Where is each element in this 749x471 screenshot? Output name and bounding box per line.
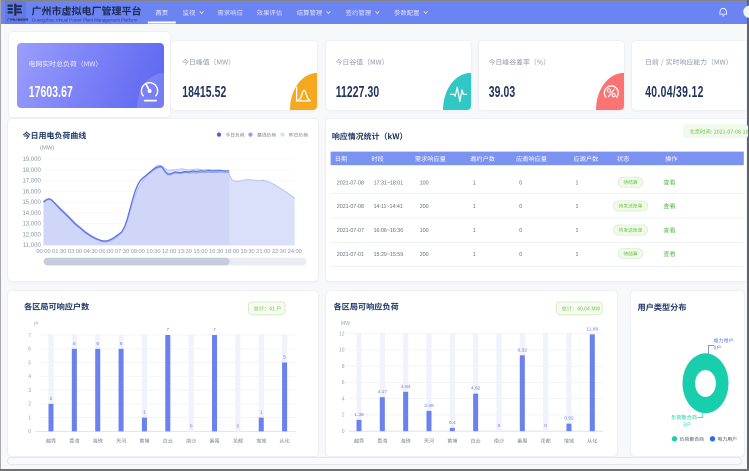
svg-text:4: 4 — [342, 396, 345, 402]
svg-text:1: 1 — [473, 204, 476, 210]
svg-text:7: 7 — [166, 327, 169, 333]
svg-text:00:00: 00:00 — [36, 249, 50, 255]
svg-text:18,000: 18,000 — [22, 168, 41, 174]
svg-text:1: 1 — [473, 180, 476, 186]
svg-text:16:06~16:36: 16:06~16:36 — [374, 228, 404, 234]
svg-text:06:00: 06:00 — [99, 249, 113, 255]
svg-text:0: 0 — [342, 429, 345, 435]
svg-text:2: 2 — [28, 402, 31, 408]
svg-text:0: 0 — [519, 252, 522, 258]
svg-text:8: 8 — [342, 364, 345, 370]
svg-text:6: 6 — [342, 380, 345, 386]
svg-text:11.89: 11.89 — [586, 326, 598, 332]
svg-text:17,000: 17,000 — [22, 179, 41, 185]
svg-text:2021-07-07: 2021-07-07 — [337, 228, 364, 234]
svg-text:15,000: 15,000 — [22, 200, 41, 206]
svg-text:Guangzhou Virtual Power Plant: Guangzhou Virtual Power Plant Management… — [32, 18, 138, 23]
svg-text:0: 0 — [519, 204, 522, 210]
svg-text:12:00: 12:00 — [162, 249, 176, 255]
svg-text:(MW): (MW) — [40, 145, 54, 151]
svg-text:2021-07-01: 2021-07-01 — [337, 252, 364, 258]
svg-text:18415.52: 18415.52 — [182, 83, 226, 101]
svg-text:4.84: 4.84 — [401, 384, 411, 390]
svg-text:1: 1 — [576, 228, 579, 234]
svg-text:19:30: 19:30 — [240, 249, 254, 255]
svg-text:1: 1 — [473, 252, 476, 258]
svg-text:4.17: 4.17 — [378, 389, 388, 395]
svg-text:17:31~18:01: 17:31~18:01 — [374, 180, 404, 186]
svg-text:10: 10 — [339, 348, 345, 354]
svg-text:13,000: 13,000 — [22, 222, 41, 228]
svg-text:3: 3 — [28, 388, 31, 394]
svg-text:03:00: 03:00 — [68, 249, 82, 255]
svg-text:22:30: 22:30 — [272, 249, 286, 255]
svg-text:12: 12 — [339, 331, 345, 337]
svg-text:200: 200 — [420, 204, 429, 210]
svg-text:2: 2 — [50, 396, 53, 402]
svg-text:1: 1 — [576, 204, 579, 210]
svg-text:1: 1 — [143, 410, 146, 416]
svg-text:10:30: 10:30 — [146, 249, 160, 255]
svg-text:1: 1 — [260, 410, 263, 416]
svg-text:4.62: 4.62 — [471, 386, 481, 392]
svg-text:2: 2 — [342, 413, 345, 419]
svg-text:0: 0 — [519, 180, 522, 186]
svg-text:100: 100 — [420, 228, 429, 234]
svg-text:21:00: 21:00 — [256, 249, 270, 255]
svg-text:6: 6 — [120, 341, 123, 347]
svg-text:1: 1 — [576, 252, 579, 258]
svg-text:39.03: 39.03 — [489, 83, 516, 101]
svg-text:6: 6 — [96, 341, 99, 347]
svg-text:2.49: 2.49 — [424, 403, 434, 409]
svg-text:11227.30: 11227.30 — [336, 83, 380, 101]
svg-text:16,000: 16,000 — [22, 189, 41, 195]
svg-text:2021-07-08: 2021-07-08 — [337, 204, 364, 210]
svg-text:16:30: 16:30 — [209, 249, 223, 255]
svg-text:9.32: 9.32 — [518, 347, 528, 353]
svg-text:0: 0 — [498, 423, 501, 429]
svg-text:7: 7 — [213, 327, 216, 333]
svg-text:15:29~15:59: 15:29~15:59 — [374, 252, 404, 258]
svg-text:1: 1 — [576, 180, 579, 186]
svg-text:18:00: 18:00 — [225, 249, 239, 255]
svg-text:1: 1 — [473, 228, 476, 234]
svg-text:14:11~14:41: 14:11~14:41 — [374, 204, 403, 210]
svg-text:0.92: 0.92 — [564, 416, 574, 422]
svg-text:6: 6 — [28, 347, 31, 353]
svg-text:0: 0 — [544, 423, 547, 429]
svg-text:24:00: 24:00 — [288, 249, 302, 255]
svg-text:200: 200 — [420, 252, 429, 258]
svg-text:17603.67: 17603.67 — [29, 83, 73, 101]
svg-text:6: 6 — [73, 341, 76, 347]
svg-text:12,000: 12,000 — [22, 232, 41, 238]
svg-text:5: 5 — [283, 355, 286, 361]
svg-text:100: 100 — [420, 180, 429, 186]
svg-text:4: 4 — [28, 374, 31, 380]
svg-text:0: 0 — [28, 429, 31, 435]
svg-text:0: 0 — [190, 423, 193, 429]
svg-text:2021-07-08: 2021-07-08 — [337, 180, 364, 186]
svg-text:04:30: 04:30 — [83, 249, 97, 255]
svg-text:1: 1 — [28, 415, 31, 421]
svg-text:0: 0 — [519, 228, 522, 234]
svg-text:5: 5 — [28, 360, 31, 366]
svg-text:19,000: 19,000 — [22, 157, 41, 163]
svg-text:1.39: 1.39 — [354, 412, 364, 418]
svg-text:0: 0 — [237, 423, 240, 429]
svg-text:09:00: 09:00 — [131, 249, 145, 255]
svg-text:13:30: 13:30 — [178, 249, 192, 255]
svg-text:40.04/39.12: 40.04/39.12 — [645, 83, 703, 101]
svg-text:15:00: 15:00 — [193, 249, 207, 255]
svg-text:7: 7 — [28, 333, 31, 339]
svg-text:07:30: 07:30 — [115, 249, 129, 255]
svg-text:0.4: 0.4 — [449, 420, 456, 426]
svg-text:01:30: 01:30 — [52, 249, 66, 255]
svg-text:14,000: 14,000 — [22, 211, 41, 217]
